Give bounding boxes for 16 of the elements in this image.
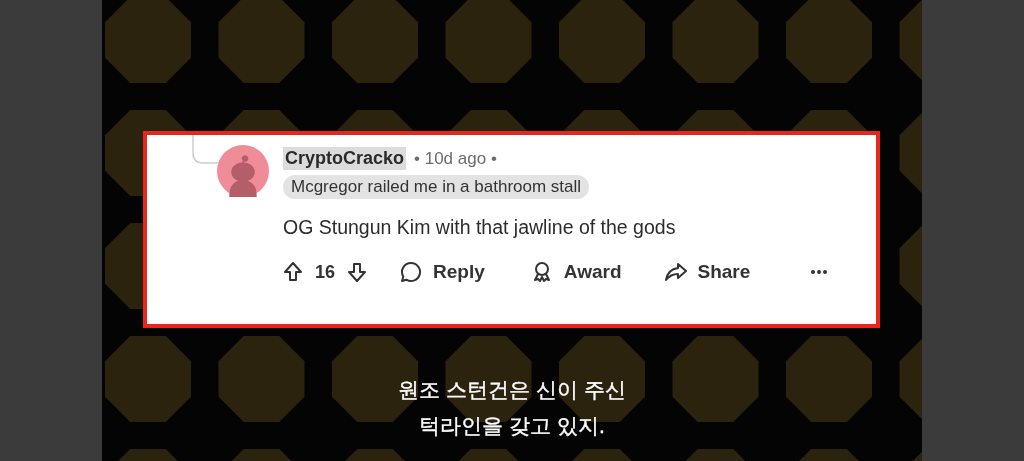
timestamp: • 10d ago • — [414, 148, 497, 169]
upvote-icon[interactable] — [281, 260, 305, 284]
award-button[interactable]: Award — [529, 260, 622, 284]
reply-button[interactable]: Reply — [399, 260, 485, 284]
vote-count: 16 — [315, 261, 336, 283]
comment-icon — [399, 260, 424, 284]
subtitle-line: 턱라인을 갖고 있지. — [419, 413, 605, 439]
username[interactable]: CryptoCracko — [283, 147, 407, 170]
comment-text: OG Stungun Kim with that jawline of the gods — [283, 216, 677, 239]
more-icon — [810, 269, 829, 275]
subtitle-line: 원조 스턴건은 신이 주신 — [398, 377, 626, 403]
share-icon — [663, 260, 688, 284]
avatar-icon — [217, 145, 269, 197]
share-button[interactable]: Share — [663, 260, 751, 284]
more-button[interactable] — [810, 269, 829, 275]
user-flair: Mcgregor railed me in a bathroom stall — [283, 175, 590, 199]
